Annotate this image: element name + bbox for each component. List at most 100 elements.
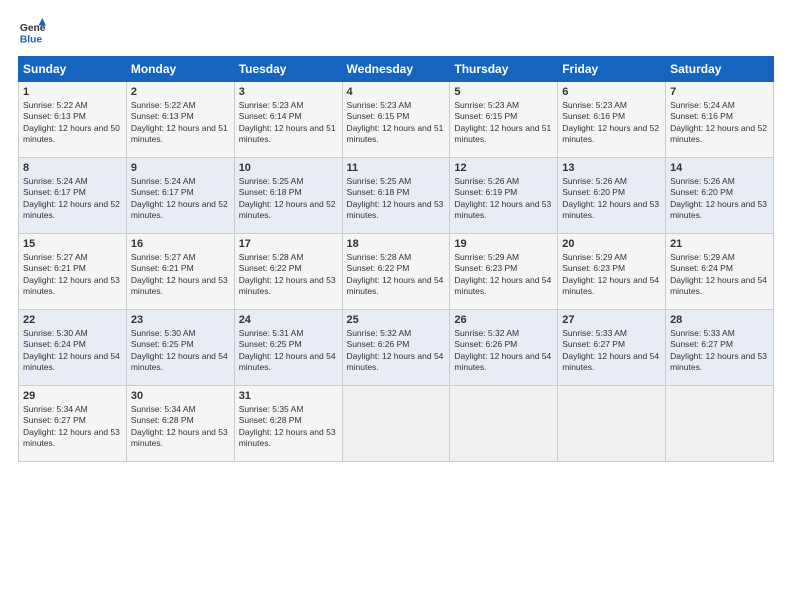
day-number: 13	[562, 162, 661, 174]
header: General Blue	[18, 18, 774, 46]
day-info: Sunrise: 5:35 AM Sunset: 6:28 PM Dayligh…	[239, 404, 338, 450]
logo: General Blue	[18, 18, 46, 46]
calendar-week-row: 8 Sunrise: 5:24 AM Sunset: 6:17 PM Daylig…	[19, 158, 774, 234]
calendar-day-cell	[342, 386, 450, 462]
day-number: 1	[23, 86, 122, 98]
day-number: 23	[131, 314, 230, 326]
day-info: Sunrise: 5:32 AM Sunset: 6:26 PM Dayligh…	[454, 328, 553, 374]
calendar-day-cell: 15 Sunrise: 5:27 AM Sunset: 6:21 PM Dayli…	[19, 234, 127, 310]
day-of-week-header: Friday	[558, 57, 666, 82]
calendar-day-cell: 19Sunrise: 5:29 AM Sunset: 6:23 PM Dayli…	[450, 234, 558, 310]
day-info: Sunrise: 5:30 AM Sunset: 6:25 PM Dayligh…	[131, 328, 230, 374]
day-of-week-header: Monday	[126, 57, 234, 82]
day-number: 6	[562, 86, 661, 98]
day-number: 21	[670, 238, 769, 250]
day-number: 4	[347, 86, 446, 98]
day-number: 12	[454, 162, 553, 174]
day-number: 11	[347, 162, 446, 174]
day-number: 18	[347, 238, 446, 250]
day-number: 5	[454, 86, 553, 98]
calendar-day-cell: 20Sunrise: 5:29 AM Sunset: 6:23 PM Dayli…	[558, 234, 666, 310]
calendar-week-row: 15 Sunrise: 5:27 AM Sunset: 6:21 PM Dayli…	[19, 234, 774, 310]
day-number: 29	[23, 390, 122, 402]
calendar-week-row: 1 Sunrise: 5:22 AM Sunset: 6:13 PM Daylig…	[19, 82, 774, 158]
calendar-day-cell: 9Sunrise: 5:24 AM Sunset: 6:17 PM Daylig…	[126, 158, 234, 234]
day-info: Sunrise: 5:28 AM Sunset: 6:22 PM Dayligh…	[239, 252, 338, 298]
day-number: 27	[562, 314, 661, 326]
day-info: Sunrise: 5:29 AM Sunset: 6:23 PM Dayligh…	[562, 252, 661, 298]
day-number: 14	[670, 162, 769, 174]
day-info: Sunrise: 5:23 AM Sunset: 6:14 PM Dayligh…	[239, 100, 338, 146]
day-info: Sunrise: 5:26 AM Sunset: 6:20 PM Dayligh…	[562, 176, 661, 222]
day-info: Sunrise: 5:22 AM Sunset: 6:13 PM Dayligh…	[23, 100, 122, 146]
day-of-week-header: Sunday	[19, 57, 127, 82]
calendar-day-cell: 27Sunrise: 5:33 AM Sunset: 6:27 PM Dayli…	[558, 310, 666, 386]
day-number: 16	[131, 238, 230, 250]
day-info: Sunrise: 5:33 AM Sunset: 6:27 PM Dayligh…	[670, 328, 769, 374]
calendar-day-cell: 29 Sunrise: 5:34 AM Sunset: 6:27 PM Dayli…	[19, 386, 127, 462]
day-number: 24	[239, 314, 338, 326]
calendar-body: 1 Sunrise: 5:22 AM Sunset: 6:13 PM Daylig…	[19, 82, 774, 462]
calendar-day-cell	[558, 386, 666, 462]
day-info: Sunrise: 5:27 AM Sunset: 6:21 PM Dayligh…	[23, 252, 122, 298]
day-info: Sunrise: 5:25 AM Sunset: 6:18 PM Dayligh…	[347, 176, 446, 222]
calendar-day-cell: 23 Sunrise: 5:30 AM Sunset: 6:25 PM Dayli…	[126, 310, 234, 386]
calendar-page: General Blue SundayMondayTuesdayWednesda…	[0, 0, 792, 612]
calendar-day-cell: 8 Sunrise: 5:24 AM Sunset: 6:17 PM Daylig…	[19, 158, 127, 234]
calendar-week-row: 22 Sunrise: 5:30 AM Sunset: 6:24 PM Dayli…	[19, 310, 774, 386]
day-info: Sunrise: 5:22 AM Sunset: 6:13 PM Dayligh…	[131, 100, 230, 146]
day-info: Sunrise: 5:24 AM Sunset: 6:17 PM Dayligh…	[23, 176, 122, 222]
calendar-day-cell: 31 Sunrise: 5:35 AM Sunset: 6:28 PM Dayli…	[234, 386, 342, 462]
day-of-week-header: Tuesday	[234, 57, 342, 82]
calendar-week-row: 29 Sunrise: 5:34 AM Sunset: 6:27 PM Dayli…	[19, 386, 774, 462]
calendar-day-cell: 26Sunrise: 5:32 AM Sunset: 6:26 PM Dayli…	[450, 310, 558, 386]
day-info: Sunrise: 5:31 AM Sunset: 6:25 PM Dayligh…	[239, 328, 338, 374]
calendar-day-cell: 30Sunrise: 5:34 AM Sunset: 6:28 PM Dayli…	[126, 386, 234, 462]
calendar-day-cell	[666, 386, 774, 462]
day-info: Sunrise: 5:27 AM Sunset: 6:21 PM Dayligh…	[131, 252, 230, 298]
calendar-day-cell: 3 Sunrise: 5:23 AM Sunset: 6:14 PM Daylig…	[234, 82, 342, 158]
day-info: Sunrise: 5:30 AM Sunset: 6:24 PM Dayligh…	[23, 328, 122, 374]
calendar-day-cell: 5 Sunrise: 5:23 AM Sunset: 6:15 PM Daylig…	[450, 82, 558, 158]
svg-text:Blue: Blue	[20, 34, 43, 45]
day-number: 31	[239, 390, 338, 402]
calendar-day-cell: 25 Sunrise: 5:32 AM Sunset: 6:26 PM Dayli…	[342, 310, 450, 386]
calendar-day-cell: 21Sunrise: 5:29 AM Sunset: 6:24 PM Dayli…	[666, 234, 774, 310]
calendar-day-cell: 11 Sunrise: 5:25 AM Sunset: 6:18 PM Dayli…	[342, 158, 450, 234]
day-number: 22	[23, 314, 122, 326]
day-info: Sunrise: 5:32 AM Sunset: 6:26 PM Dayligh…	[347, 328, 446, 374]
day-number: 9	[131, 162, 230, 174]
day-number: 2	[131, 86, 230, 98]
day-info: Sunrise: 5:34 AM Sunset: 6:27 PM Dayligh…	[23, 404, 122, 450]
day-number: 25	[347, 314, 446, 326]
day-info: Sunrise: 5:34 AM Sunset: 6:28 PM Dayligh…	[131, 404, 230, 450]
calendar-day-cell: 24 Sunrise: 5:31 AM Sunset: 6:25 PM Dayli…	[234, 310, 342, 386]
calendar-day-cell: 2 Sunrise: 5:22 AM Sunset: 6:13 PM Daylig…	[126, 82, 234, 158]
calendar-day-cell: 18Sunrise: 5:28 AM Sunset: 6:22 PM Dayli…	[342, 234, 450, 310]
day-number: 19	[454, 238, 553, 250]
calendar-header-row: SundayMondayTuesdayWednesdayThursdayFrid…	[19, 57, 774, 82]
calendar-day-cell: 7Sunrise: 5:24 AM Sunset: 6:16 PM Daylig…	[666, 82, 774, 158]
day-number: 3	[239, 86, 338, 98]
calendar-day-cell	[450, 386, 558, 462]
calendar-day-cell: 4 Sunrise: 5:23 AM Sunset: 6:15 PM Daylig…	[342, 82, 450, 158]
day-number: 8	[23, 162, 122, 174]
calendar-day-cell: 12 Sunrise: 5:26 AM Sunset: 6:19 PM Dayli…	[450, 158, 558, 234]
day-info: Sunrise: 5:26 AM Sunset: 6:19 PM Dayligh…	[454, 176, 553, 222]
calendar-day-cell: 16 Sunrise: 5:27 AM Sunset: 6:21 PM Dayli…	[126, 234, 234, 310]
calendar-day-cell: 1 Sunrise: 5:22 AM Sunset: 6:13 PM Daylig…	[19, 82, 127, 158]
calendar-day-cell: 10Sunrise: 5:25 AM Sunset: 6:18 PM Dayli…	[234, 158, 342, 234]
day-info: Sunrise: 5:23 AM Sunset: 6:16 PM Dayligh…	[562, 100, 661, 146]
calendar-day-cell: 13 Sunrise: 5:26 AM Sunset: 6:20 PM Dayli…	[558, 158, 666, 234]
calendar-day-cell: 14Sunrise: 5:26 AM Sunset: 6:20 PM Dayli…	[666, 158, 774, 234]
day-of-week-header: Wednesday	[342, 57, 450, 82]
day-number: 15	[23, 238, 122, 250]
day-info: Sunrise: 5:23 AM Sunset: 6:15 PM Dayligh…	[454, 100, 553, 146]
day-number: 17	[239, 238, 338, 250]
calendar-day-cell: 17 Sunrise: 5:28 AM Sunset: 6:22 PM Dayli…	[234, 234, 342, 310]
logo-icon: General Blue	[18, 18, 46, 46]
calendar-day-cell: 6 Sunrise: 5:23 AM Sunset: 6:16 PM Daylig…	[558, 82, 666, 158]
calendar-day-cell: 28Sunrise: 5:33 AM Sunset: 6:27 PM Dayli…	[666, 310, 774, 386]
calendar-table: SundayMondayTuesdayWednesdayThursdayFrid…	[18, 56, 774, 462]
day-info: Sunrise: 5:23 AM Sunset: 6:15 PM Dayligh…	[347, 100, 446, 146]
